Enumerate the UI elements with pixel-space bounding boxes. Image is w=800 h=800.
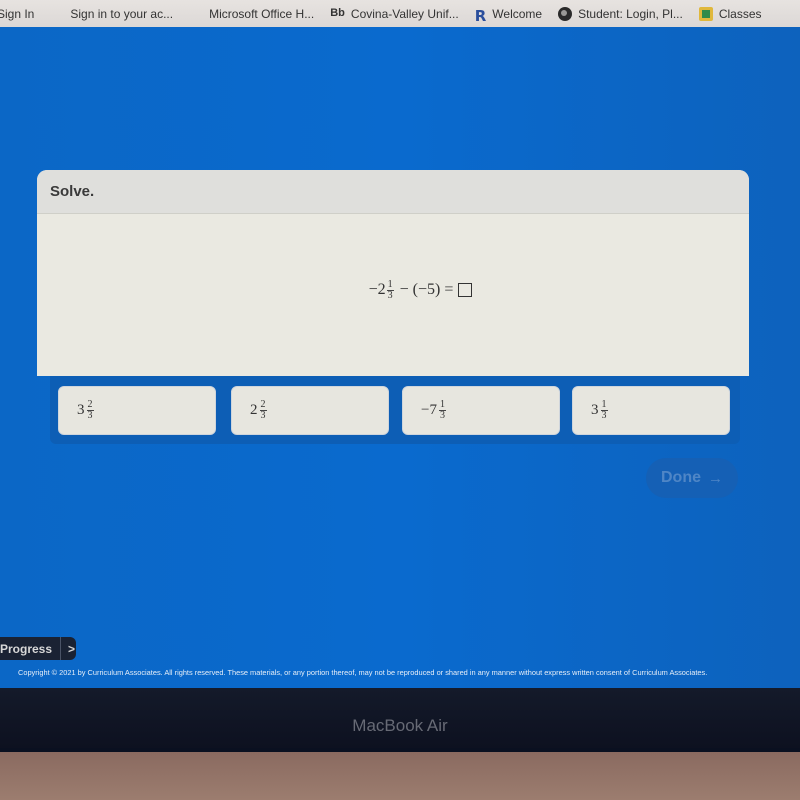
done-label: Done: [661, 469, 701, 486]
device-label: MacBook Air: [352, 716, 448, 735]
choice-fraction: 1 3: [600, 400, 608, 421]
copyright-notice: Copyright © 2021 by Curriculum Associate…: [18, 668, 708, 677]
denominator: 3: [387, 289, 393, 301]
choice-whole: 7: [429, 402, 437, 418]
answer-choice-3[interactable]: − 7 1 3: [402, 386, 560, 435]
choice-fraction: 2 3: [259, 400, 267, 421]
bookmark-sign-in[interactable]: Sign In: [0, 7, 34, 21]
equation-whole: 2: [377, 281, 386, 298]
choice-whole: 3: [77, 402, 85, 418]
choice-fraction: 2 3: [86, 400, 94, 421]
bookmark-welcome[interactable]: R Welcome: [474, 6, 543, 25]
bookmark-covina-valley[interactable]: Bb Covina-Valley Unif...: [330, 7, 459, 21]
answer-choice-1[interactable]: 3 2 3: [58, 386, 216, 435]
bookmark-classes[interactable]: Classes: [698, 6, 762, 21]
question-body: − 2 1 3 − (−5) =: [37, 214, 749, 376]
bookmark-microsoft-office[interactable]: Microsoft Office H...: [189, 7, 314, 21]
bookmarks-bar: Sign In Sign in to your ac... Microsoft …: [0, 0, 800, 27]
denominator: 3: [87, 410, 93, 421]
equation-sign: −: [368, 281, 378, 298]
microsoft-icon: [189, 7, 203, 21]
choice-fraction: 1 3: [438, 400, 446, 421]
question-header: Solve.: [37, 170, 749, 214]
bookmark-label: Covina-Valley Unif...: [350, 6, 459, 21]
google-classroom-icon: [698, 6, 713, 21]
equation-rest: − (−5) =: [399, 281, 454, 298]
bookmark-label: Microsoft Office H...: [209, 6, 315, 21]
answer-choices: 3 2 3 2 2 3 − 7 1 3 3 1 3: [50, 376, 740, 444]
lesson-screen: Solve. − 2 1 3 − (−5) = 3 2 3 2 2 3 − 7 …: [0, 27, 800, 688]
choice-whole: 3: [591, 402, 599, 418]
bookmark-label: Student: Login, Pl...: [578, 6, 683, 21]
numerator: 1: [386, 278, 394, 291]
arrow-right-icon: →: [708, 469, 723, 487]
bookmark-student-login[interactable]: Student: Login, Pl...: [558, 6, 683, 21]
denominator: 3: [260, 410, 266, 421]
r-logo-icon: R: [474, 6, 487, 25]
bookmark-label: Sign in to your ac...: [70, 6, 174, 21]
answer-blank-box[interactable]: [458, 283, 473, 297]
equation-fraction: 1 3: [386, 278, 394, 301]
answer-choice-2[interactable]: 2 2 3: [231, 386, 389, 435]
bookmark-label: Sign In: [0, 6, 35, 21]
equation: − 2 1 3 − (−5) =: [368, 278, 473, 301]
question-card: Solve. − 2 1 3 − (−5) =: [37, 170, 749, 376]
bookmark-sign-in-account[interactable]: Sign in to your ac...: [50, 7, 173, 21]
denominator: 3: [601, 410, 607, 421]
progress-toggle[interactable]: Progress >: [0, 637, 76, 660]
blackboard-icon: Bb: [330, 6, 345, 19]
answer-choice-4[interactable]: 3 1 3: [572, 386, 730, 435]
globe-icon: [558, 6, 573, 21]
denominator: 3: [439, 410, 445, 421]
choice-whole: 2: [250, 402, 258, 418]
done-button[interactable]: Done →: [646, 458, 738, 498]
choice-sign: −: [421, 402, 430, 418]
bookmark-label: Classes: [718, 6, 762, 21]
laptop-base: [0, 752, 800, 800]
bookmark-label: Welcome: [492, 6, 543, 21]
chevron-right-icon: >: [68, 641, 76, 656]
microsoft-icon: [50, 7, 64, 21]
progress-label: Progress: [0, 637, 62, 660]
